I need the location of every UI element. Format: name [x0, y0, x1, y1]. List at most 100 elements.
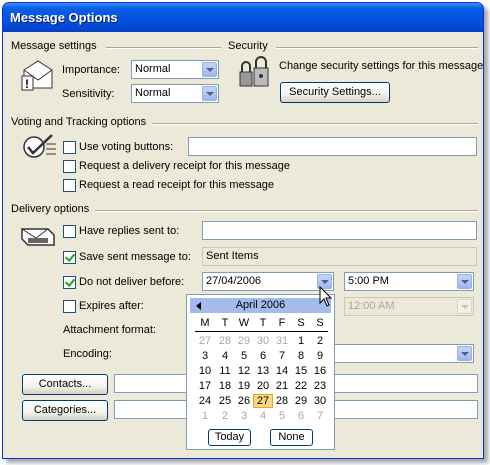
calendar-day[interactable]: 16 — [310, 364, 330, 378]
have-replies-label: Have replies sent to: — [79, 225, 180, 237]
use-voting-label: Use voting buttons: — [79, 141, 174, 153]
calendar-day[interactable]: 6 — [253, 349, 273, 363]
do-not-deliver-date-select[interactable]: 27/04/2006 — [202, 272, 334, 291]
calendar-day[interactable]: 30 — [310, 394, 330, 408]
expires-after-checkbox[interactable] — [63, 300, 76, 313]
voting-heading: Voting and Tracking options — [11, 116, 147, 128]
calendar-day[interactable]: 8 — [291, 349, 311, 363]
calendar-day[interactable]: 7 — [310, 409, 330, 423]
chevron-down-icon[interactable] — [457, 346, 472, 361]
divider — [276, 47, 478, 49]
calendar-day[interactable]: 11 — [215, 364, 235, 378]
do-not-deliver-time-select[interactable]: 5:00 PM — [344, 272, 474, 291]
expires-time-select: 12:00 AM — [344, 297, 474, 316]
calendar-day[interactable]: 18 — [215, 379, 235, 393]
calendar-day[interactable]: 10 — [195, 364, 215, 378]
calendar-day[interactable]: 27 — [195, 334, 215, 348]
lock-icon — [239, 56, 269, 87]
sensitivity-select[interactable]: Normal — [131, 84, 219, 103]
calendar-day[interactable]: 24 — [195, 394, 215, 408]
security-settings-button[interactable]: Security Settings... — [280, 82, 390, 103]
have-replies-checkbox[interactable] — [63, 225, 76, 238]
calendar-day[interactable]: 9 — [310, 349, 330, 363]
save-sent-checkbox[interactable] — [63, 251, 76, 264]
calendar-day[interactable]: 2 — [215, 409, 235, 423]
calendar-day[interactable]: 17 — [195, 379, 215, 393]
read-receipt-label: Request a read receipt for this message — [79, 179, 275, 191]
calendar-day[interactable]: 2 — [310, 334, 330, 348]
message-settings-heading: Message settings — [11, 40, 97, 52]
importance-value: Normal — [135, 63, 171, 75]
categories-button[interactable]: Categories... — [22, 400, 108, 421]
none-button[interactable]: None — [270, 429, 313, 446]
divider — [106, 47, 221, 49]
calendar-day[interactable]: 28 — [215, 334, 235, 348]
security-heading: Security — [228, 40, 268, 52]
window-title: Message Options — [10, 10, 118, 25]
day-of-week-label: F — [278, 317, 286, 329]
chevron-down-icon — [457, 299, 472, 314]
calendar-month: April 2006 — [235, 299, 286, 311]
replies-input[interactable] — [202, 221, 477, 240]
message-options-dialog: Message Options Message settings ! Impor… — [2, 2, 484, 459]
save-sent-folder-field: Sent Items — [202, 247, 477, 266]
calendar-day[interactable]: 23 — [310, 379, 330, 393]
calendar-day[interactable]: 1 — [195, 409, 215, 423]
calendar-day[interactable]: 4 — [215, 349, 235, 363]
svg-text:!: ! — [25, 77, 29, 91]
chevron-down-icon[interactable] — [202, 62, 217, 77]
title-bar[interactable]: Message Options — [3, 3, 483, 32]
use-voting-checkbox[interactable] — [63, 141, 76, 154]
save-sent-label: Save sent message to: — [79, 251, 191, 263]
calendar-day[interactable]: 21 — [272, 379, 292, 393]
delivery-envelope-icon — [21, 228, 55, 246]
day-of-week-label: M — [200, 317, 210, 329]
calendar-day[interactable]: 4 — [253, 409, 273, 423]
today-button[interactable]: Today — [208, 429, 251, 446]
calendar-day[interactable]: 28 — [272, 394, 292, 408]
sensitivity-value: Normal — [135, 87, 171, 99]
divider — [152, 123, 478, 125]
do-not-deliver-checkbox[interactable] — [63, 276, 76, 289]
contacts-button[interactable]: Contacts... — [22, 374, 108, 395]
chevron-down-icon[interactable] — [202, 86, 217, 101]
chevron-down-icon[interactable] — [457, 274, 472, 289]
calendar-day[interactable]: 22 — [291, 379, 311, 393]
calendar-day[interactable]: 20 — [253, 379, 273, 393]
voting-check-icon — [23, 134, 56, 158]
calendar-day[interactable]: 29 — [291, 394, 311, 408]
importance-select[interactable]: Normal — [131, 60, 219, 79]
delivery-receipt-checkbox[interactable] — [63, 160, 76, 173]
calendar-day[interactable]: 5 — [234, 349, 254, 363]
attachment-format-label: Attachment format: — [63, 324, 156, 336]
voting-options-input[interactable] — [188, 137, 477, 156]
calendar-day[interactable]: 26 — [234, 394, 254, 408]
calendar-day[interactable]: 12 — [234, 364, 254, 378]
calendar-day[interactable]: 13 — [253, 364, 273, 378]
divider — [95, 210, 478, 212]
calendar-day[interactable]: 29 — [234, 334, 254, 348]
calendar-day[interactable]: 14 — [272, 364, 292, 378]
calendar-day[interactable]: 1 — [291, 334, 311, 348]
read-receipt-checkbox[interactable] — [63, 179, 76, 192]
calendar-day[interactable]: 5 — [272, 409, 292, 423]
calendar-day[interactable]: 30 — [253, 334, 273, 348]
calendar-day[interactable]: 31 — [272, 334, 292, 348]
calendar-day[interactable]: 6 — [291, 409, 311, 423]
calendar-header: April 2006 — [190, 298, 331, 313]
date-picker-popup: April 2006 MTWTFSS 27 28 29 30 31 1 2 3 4 5 6 7 8 9 10… — [186, 294, 335, 450]
calendar-day[interactable]: 3 — [234, 409, 254, 423]
calendar-day[interactable]: 19 — [234, 379, 254, 393]
calendar-day[interactable]: 25 — [215, 394, 235, 408]
importance-label: Importance: — [62, 64, 121, 76]
calendar-day[interactable]: 15 — [291, 364, 311, 378]
expires-time-value: 12:00 AM — [348, 300, 395, 312]
do-not-deliver-label: Do not deliver before: — [79, 276, 185, 288]
envelope-importance-icon: ! — [21, 60, 53, 91]
day-of-week-label: S — [297, 317, 305, 329]
calendar-day[interactable]: 27 — [253, 394, 273, 408]
encoding-label: Encoding: — [63, 348, 112, 360]
calendar-day[interactable]: 3 — [195, 349, 215, 363]
calendar-day[interactable]: 7 — [272, 349, 292, 363]
sensitivity-label: Sensitivity: — [62, 88, 115, 100]
